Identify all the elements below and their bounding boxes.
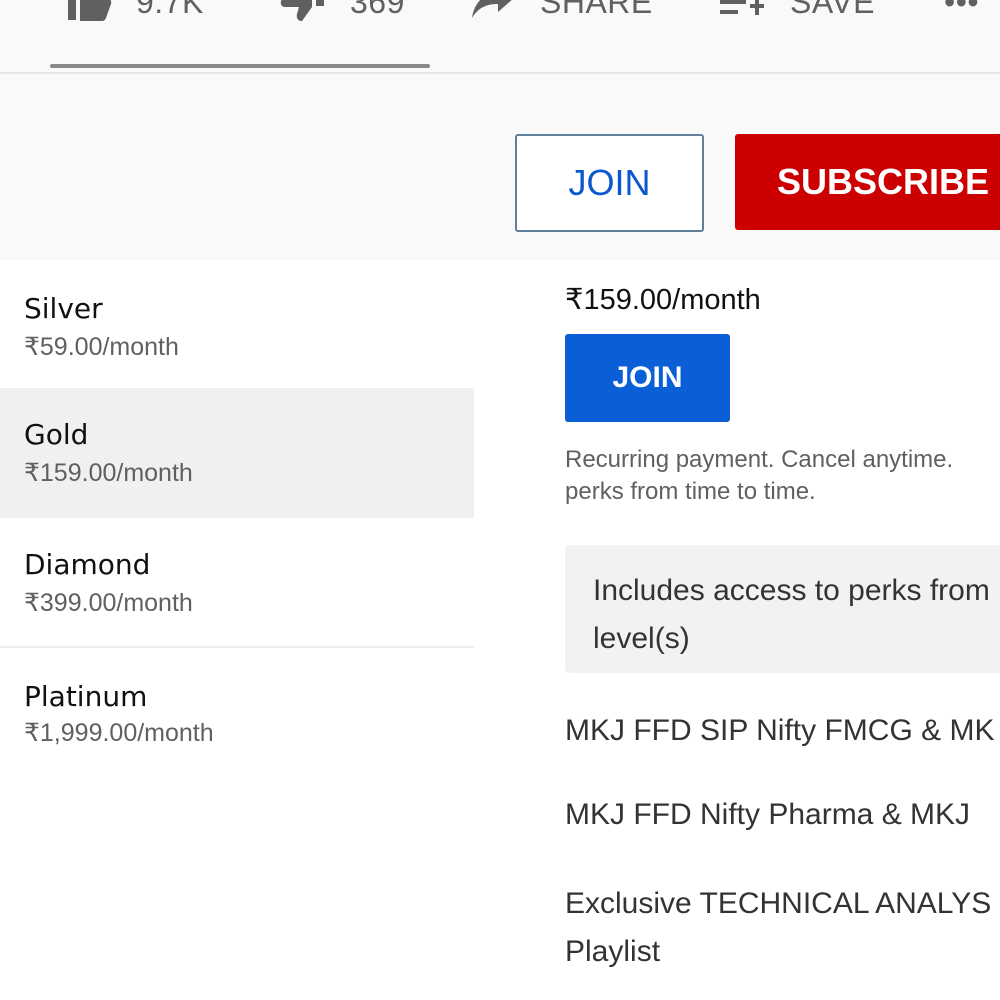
tier-price: ₹59.00/month <box>24 333 179 361</box>
playlist-add-icon <box>720 0 766 22</box>
perk-item: MKJ FFD Nifty Pharma & MKJ <box>565 798 971 831</box>
save-label: SAVE <box>790 0 875 20</box>
tier-join-button[interactable]: JOIN <box>565 334 730 422</box>
channel-join-button[interactable]: JOIN <box>515 134 704 232</box>
dislike-button[interactable]: 369 <box>280 0 405 24</box>
includes-line: level(s) <box>593 622 690 655</box>
tier-price: ₹399.00/month <box>24 589 193 617</box>
thumbs-up-icon <box>66 0 112 22</box>
tier-name: Gold <box>24 418 89 451</box>
share-label: SHARE <box>540 0 653 20</box>
recurring-payment-note: Recurring payment. Cancel anytime. perks… <box>565 444 1000 508</box>
tier-item-gold[interactable]: Gold ₹159.00/month <box>0 388 474 518</box>
tier-name: Silver <box>24 292 103 325</box>
thumbs-down-icon <box>280 0 326 22</box>
dislike-count: 369 <box>350 0 405 20</box>
tier-price: ₹1,999.00/month <box>24 719 214 747</box>
subscribe-button[interactable]: SUBSCRIBE <box>735 134 1000 230</box>
recurring-line: perks from time to time. <box>565 478 816 505</box>
share-button[interactable]: SHARE <box>470 0 653 24</box>
more-actions-button[interactable]: ••• <box>944 0 979 24</box>
channel-actions: JOIN SUBSCRIBE <box>0 74 1000 260</box>
tier-name: Platinum <box>24 680 148 713</box>
recurring-line: Recurring payment. Cancel anytime. <box>565 446 954 473</box>
includes-perks-text: Includes access to perks from level(s) <box>593 567 990 663</box>
tier-price: ₹159.00/month <box>24 459 193 487</box>
perk-item: MKJ FFD SIP Nifty FMCG & MK <box>565 714 995 747</box>
tier-name: Diamond <box>24 548 151 581</box>
tier-item-diamond[interactable]: Diamond ₹399.00/month <box>0 518 474 648</box>
like-button[interactable]: 9.7K <box>66 0 204 24</box>
perk-line: Exclusive TECHNICAL ANALYS <box>565 887 992 920</box>
includes-line: Includes access to perks from <box>593 574 990 607</box>
tier-item-platinum[interactable]: Platinum ₹1,999.00/month <box>0 650 474 778</box>
save-button[interactable]: SAVE <box>720 0 875 24</box>
tab-underline <box>50 64 430 68</box>
tier-item-silver[interactable]: Silver ₹59.00/month <box>0 260 474 388</box>
more-dots-icon: ••• <box>944 0 980 20</box>
selected-tier-price: ₹159.00/month <box>565 284 761 316</box>
perk-item: Exclusive TECHNICAL ANALYS Playlist <box>565 880 991 976</box>
perk-line: Playlist <box>565 935 661 968</box>
includes-perks-box: Includes access to perks from level(s) <box>565 545 1000 673</box>
share-arrow-icon <box>470 0 516 22</box>
video-action-bar: 9.7K 369 SHARE SAVE ••• <box>0 0 1000 74</box>
like-count: 9.7K <box>136 0 204 20</box>
